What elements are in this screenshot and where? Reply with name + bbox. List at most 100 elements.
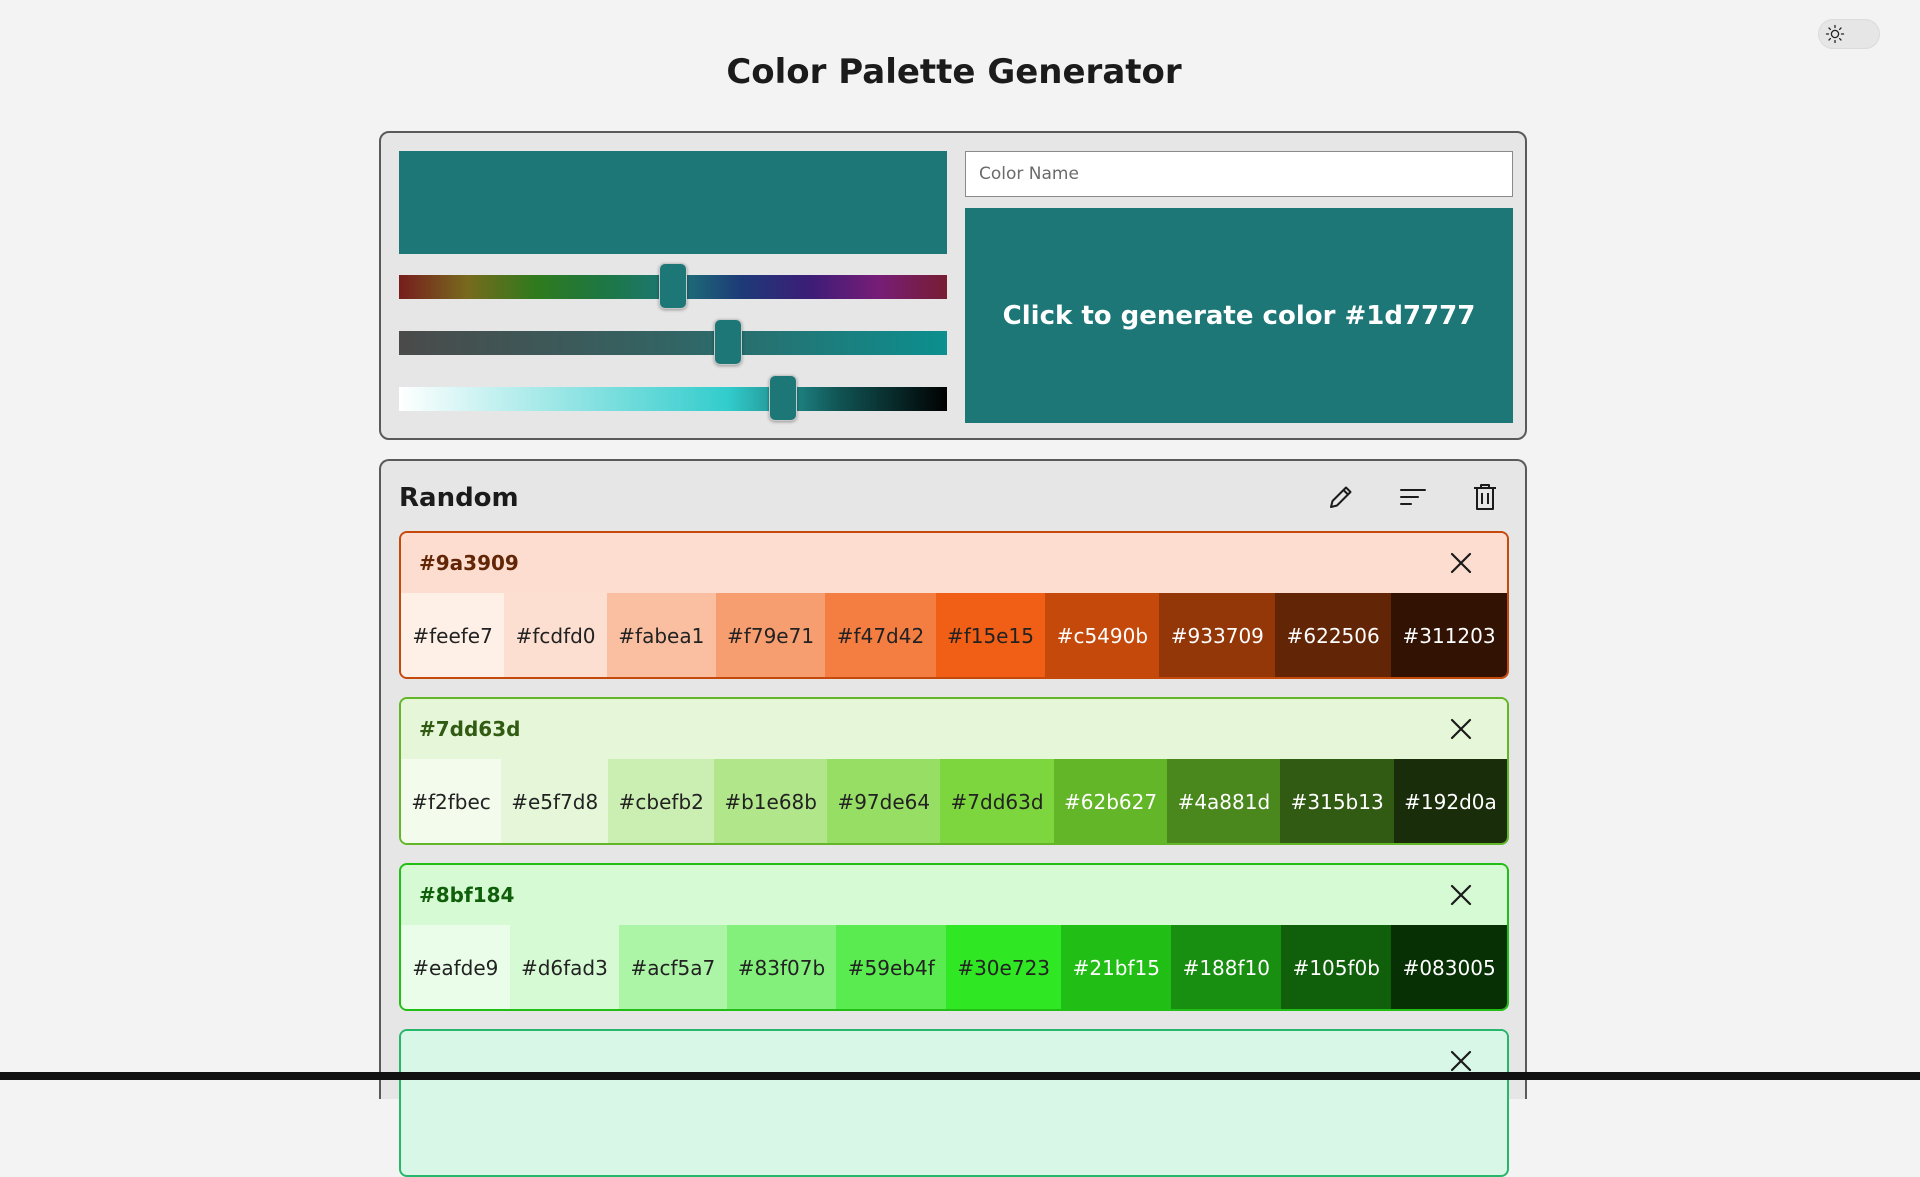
color-swatch[interactable]: #105f0b xyxy=(1281,925,1392,1009)
color-swatch-hex: #f79e71 xyxy=(727,624,815,648)
color-swatch-hex: #b1e68b xyxy=(724,790,817,814)
palette-swatches: #feefe7 #fcdfd0 #fabea1 #f79e71 #f47d42 #f15e… xyxy=(401,593,1507,677)
color-swatch-hex: #192d0a xyxy=(1404,790,1497,814)
palette-header: #9a3909 xyxy=(401,533,1507,593)
color-swatch-hex: #188f10 xyxy=(1182,956,1270,980)
generate-color-button[interactable]: Click to generate color #1d7777 xyxy=(965,208,1513,423)
color-swatch[interactable]: #e5f7d8 xyxy=(501,759,609,843)
theme-toggle[interactable] xyxy=(1818,19,1880,49)
color-swatch-hex: #fabea1 xyxy=(618,624,705,648)
generate-color-label: Click to generate color #1d7777 xyxy=(1002,300,1476,331)
palette-header: #8bf184 xyxy=(401,865,1507,925)
color-swatch[interactable]: #fcdfd0 xyxy=(504,593,607,677)
color-swatch-hex: #fcdfd0 xyxy=(515,624,596,648)
palette-base-color-label: #9a3909 xyxy=(419,551,519,575)
color-swatch[interactable]: #311203 xyxy=(1391,593,1507,677)
sun-icon xyxy=(1825,24,1845,44)
color-swatch[interactable]: #62b627 xyxy=(1053,759,1168,843)
color-swatch-hex: #d6fad3 xyxy=(520,956,608,980)
palette-swatches: #f2fbec #e5f7d8 #cbefb2 #b1e68b #97de64 #7dd6… xyxy=(401,759,1507,843)
hue-slider[interactable] xyxy=(399,263,947,309)
color-swatch-hex: #c5490b xyxy=(1056,624,1149,648)
color-swatch[interactable]: #315b13 xyxy=(1280,759,1394,843)
palette-card[interactable]: #8bf184 #eafde9 #d6fad3 #acf5a7 #83f07b #59eb… xyxy=(399,863,1509,1011)
color-swatch-hex: #f47d42 xyxy=(836,624,925,648)
color-swatch[interactable]: #d6fad3 xyxy=(509,925,620,1009)
color-swatch-hex: #f2fbec xyxy=(411,790,491,814)
hue-slider-thumb[interactable] xyxy=(659,263,687,309)
color-swatch[interactable]: #f2fbec xyxy=(401,759,502,843)
color-swatch-hex: #acf5a7 xyxy=(630,956,716,980)
color-swatch[interactable]: #933709 xyxy=(1159,593,1276,677)
close-icon[interactable] xyxy=(1447,715,1475,743)
scrollbar[interactable] xyxy=(1908,0,1920,1080)
sort-icon[interactable] xyxy=(1397,481,1429,513)
close-icon[interactable] xyxy=(1447,1047,1475,1075)
close-icon[interactable] xyxy=(1447,881,1475,909)
color-swatch[interactable]: #7dd63d xyxy=(940,759,1054,843)
palette-swatches xyxy=(401,1091,1507,1175)
color-swatch[interactable]: #f47d42 xyxy=(825,593,936,677)
color-swatch[interactable]: #83f07b xyxy=(726,925,837,1009)
trash-icon[interactable] xyxy=(1469,481,1501,513)
palette-card[interactable]: #9a3909 #feefe7 #fcdfd0 #fabea1 #f79e71 #f47d… xyxy=(399,531,1509,679)
color-swatch-hex: #105f0b xyxy=(1292,956,1380,980)
color-swatch[interactable]: #fabea1 xyxy=(606,593,716,677)
color-swatch[interactable]: #f79e71 xyxy=(715,593,826,677)
page-title: Color Palette Generator xyxy=(726,52,1182,92)
color-swatch[interactable]: #59eb4f xyxy=(836,925,947,1009)
color-swatch-hex: #311203 xyxy=(1402,624,1496,648)
lightness-slider-thumb[interactable] xyxy=(769,375,797,421)
color-swatch-hex: #7dd63d xyxy=(950,790,1044,814)
close-icon[interactable] xyxy=(1447,549,1475,577)
color-swatch[interactable]: #b1e68b xyxy=(714,759,828,843)
color-swatch[interactable]: #188f10 xyxy=(1171,925,1282,1009)
color-swatch[interactable]: #21bf15 xyxy=(1061,925,1172,1009)
palette-list-panel: Random #9a3909 #feefe7 #fcdfd0 #fabea1 #f79e… xyxy=(379,459,1527,1177)
color-swatch-hex: #30e723 xyxy=(957,956,1051,980)
color-swatch-hex: #4a881d xyxy=(1177,790,1271,814)
palette-header xyxy=(401,1031,1507,1091)
color-swatch[interactable]: #c5490b xyxy=(1045,593,1160,677)
color-swatch[interactable]: #eafde9 xyxy=(401,925,510,1009)
color-swatch[interactable]: #30e723 xyxy=(946,925,1062,1009)
color-swatch-hex: #e5f7d8 xyxy=(511,790,599,814)
color-swatch[interactable]: #97de64 xyxy=(827,759,941,843)
color-swatch[interactable]: #4a881d xyxy=(1167,759,1281,843)
window-bottom-edge xyxy=(0,1072,1920,1080)
color-swatch-hex: #59eb4f xyxy=(847,956,935,980)
color-swatch-hex: #cbefb2 xyxy=(618,790,704,814)
palette-card[interactable] xyxy=(399,1029,1509,1177)
color-swatch[interactable]: #083005 xyxy=(1391,925,1507,1009)
saturation-slider[interactable] xyxy=(399,319,947,365)
color-swatch-hex: #f15e15 xyxy=(946,624,1034,648)
color-generator-panel: Click to generate color #1d7777 xyxy=(379,131,1527,440)
lightness-slider[interactable] xyxy=(399,375,947,421)
palette-list-title: Random xyxy=(399,483,519,513)
color-swatch-hex: #eafde9 xyxy=(412,956,499,980)
color-name-input[interactable] xyxy=(965,151,1513,197)
color-swatch-hex: #315b13 xyxy=(1290,790,1384,814)
palette-base-color-label: #8bf184 xyxy=(419,883,515,907)
saturation-slider-thumb[interactable] xyxy=(714,319,742,365)
pencil-icon[interactable] xyxy=(1325,481,1357,513)
color-swatch[interactable]: #192d0a xyxy=(1393,759,1507,843)
color-preview xyxy=(399,151,947,254)
color-swatch[interactable]: #cbefb2 xyxy=(608,759,715,843)
color-swatch[interactable]: #acf5a7 xyxy=(619,925,727,1009)
palette-base-color-label: #7dd63d xyxy=(419,717,521,741)
color-swatch-hex: #62b627 xyxy=(1064,790,1158,814)
color-swatch-hex: #933709 xyxy=(1170,624,1264,648)
color-swatch[interactable]: #622506 xyxy=(1275,593,1392,677)
color-swatch-hex: #feefe7 xyxy=(412,624,493,648)
color-swatch[interactable]: #f15e15 xyxy=(935,593,1046,677)
color-swatch-hex: #622506 xyxy=(1286,624,1380,648)
palette-header: #7dd63d xyxy=(401,699,1507,759)
palette-card[interactable]: #7dd63d #f2fbec #e5f7d8 #cbefb2 #b1e68b #97de… xyxy=(399,697,1509,845)
color-swatch-hex: #97de64 xyxy=(837,790,931,814)
palette-swatches: #eafde9 #d6fad3 #acf5a7 #83f07b #59eb4f #30e7… xyxy=(401,925,1507,1009)
color-swatch-hex: #21bf15 xyxy=(1072,956,1160,980)
color-swatch-hex: #83f07b xyxy=(737,956,826,980)
color-swatch-hex: #083005 xyxy=(1402,956,1496,980)
color-swatch[interactable]: #feefe7 xyxy=(401,593,505,677)
